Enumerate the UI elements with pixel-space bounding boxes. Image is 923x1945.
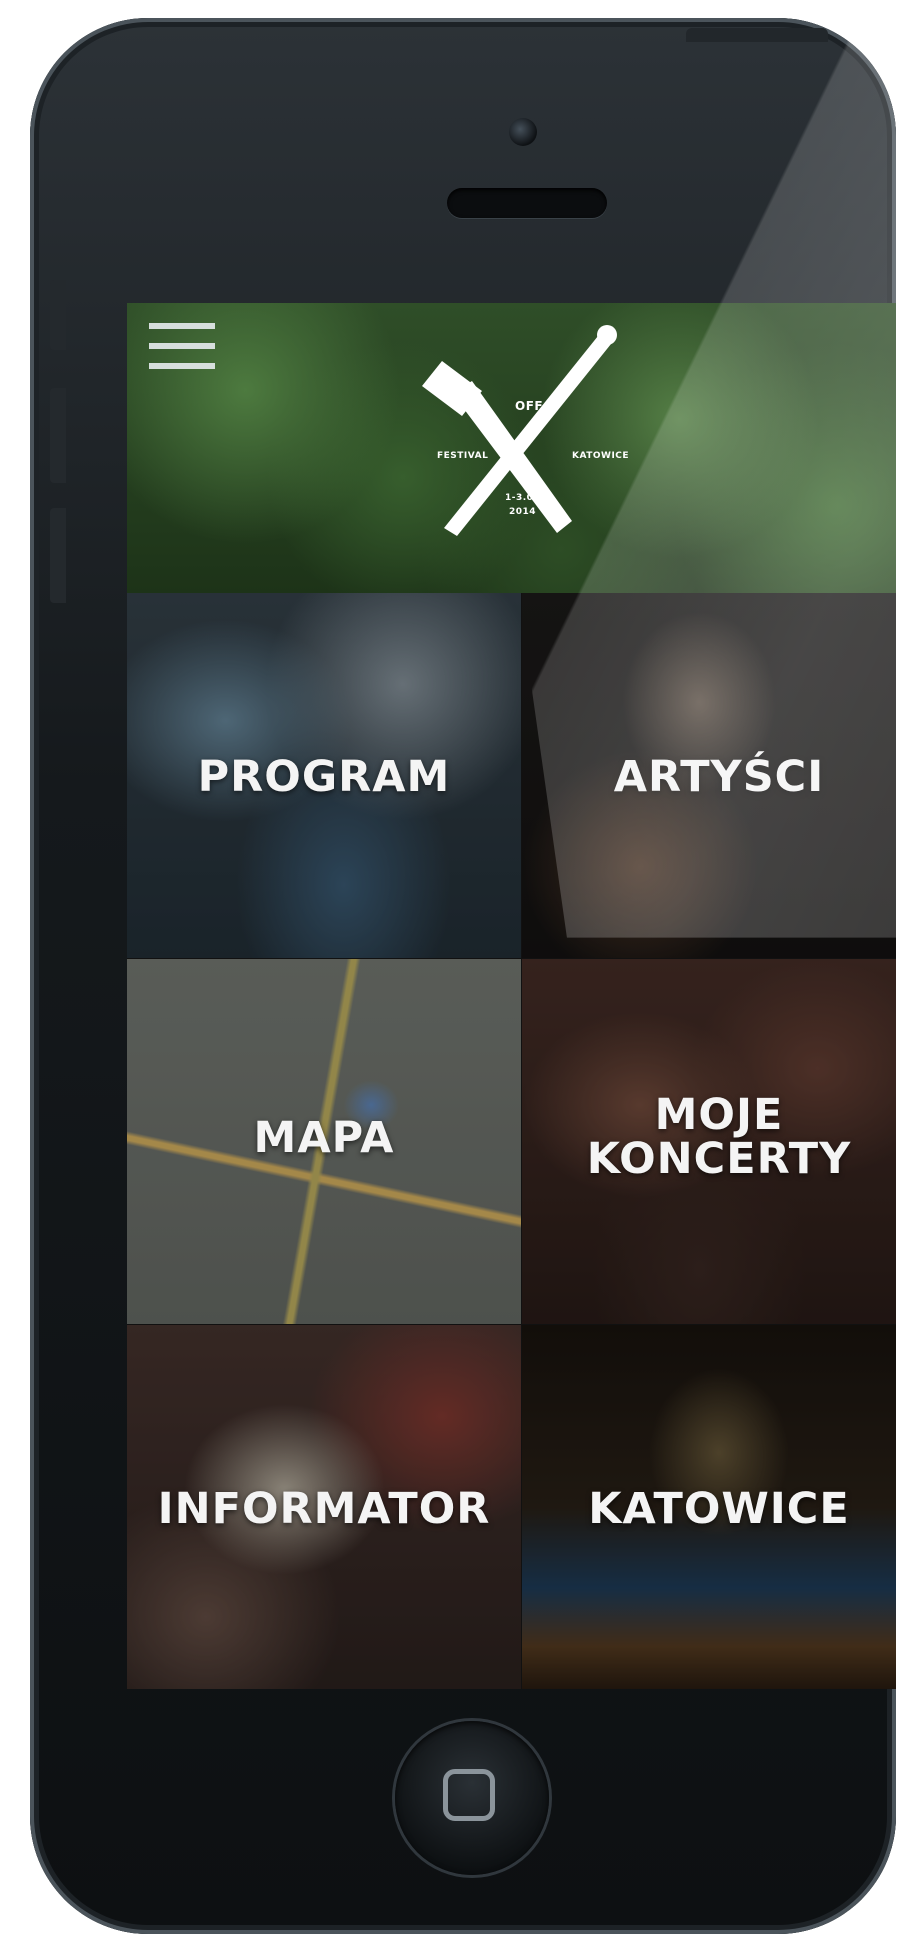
logo-katowice-text: KATOWICE [572, 451, 630, 461]
volume-up-button [50, 388, 66, 483]
power-button [686, 28, 828, 42]
off-festival-logo: OFF FESTIVAL KATOWICE 1-3.08. 2014 [387, 321, 687, 581]
tile-katowice-label: KATOWICE [588, 1484, 850, 1534]
logo-cross-icon [422, 325, 617, 536]
earpiece-speaker-icon [447, 188, 607, 218]
tile-moje-koncerty-label-line2: KONCERTY [586, 1134, 852, 1184]
header-banner: OFF FESTIVAL KATOWICE 1-3.08. 2014 [127, 303, 896, 593]
front-camera-icon [509, 118, 537, 146]
volume-down-button [50, 508, 66, 603]
tile-moje-koncerty[interactable]: MOJE KONCERTY [522, 959, 896, 1324]
tile-informator[interactable]: INFORMATOR [127, 1325, 521, 1689]
logo-dates-text: 1-3.08. [505, 493, 545, 503]
home-button-icon[interactable] [395, 1721, 549, 1875]
tile-program[interactable]: PROGRAM [127, 593, 521, 958]
tile-katowice[interactable]: KATOWICE [522, 1325, 896, 1689]
tile-mapa-label: MAPA [253, 1113, 395, 1163]
phone-frame: OFF FESTIVAL KATOWICE 1-3.08. 2014 PROGR… [30, 18, 896, 1934]
tile-mapa[interactable]: MAPA [127, 959, 521, 1324]
tile-program-label: PROGRAM [197, 752, 451, 802]
logo-off-text: OFF [515, 399, 544, 413]
home-square-icon [443, 1769, 495, 1821]
hamburger-menu-icon[interactable] [149, 323, 219, 381]
logo-year-text: 2014 [509, 507, 537, 517]
tile-artysci[interactable]: ARTYŚCI [522, 593, 896, 958]
tile-artysci-label: ARTYŚCI [613, 752, 825, 802]
mute-switch [50, 280, 66, 350]
logo-festival-text: FESTIVAL [437, 451, 489, 461]
tile-moje-koncerty-label-line1: MOJE [654, 1090, 784, 1140]
app-screen: OFF FESTIVAL KATOWICE 1-3.08. 2014 PROGR… [127, 303, 896, 1689]
tile-informator-label: INFORMATOR [157, 1484, 491, 1534]
